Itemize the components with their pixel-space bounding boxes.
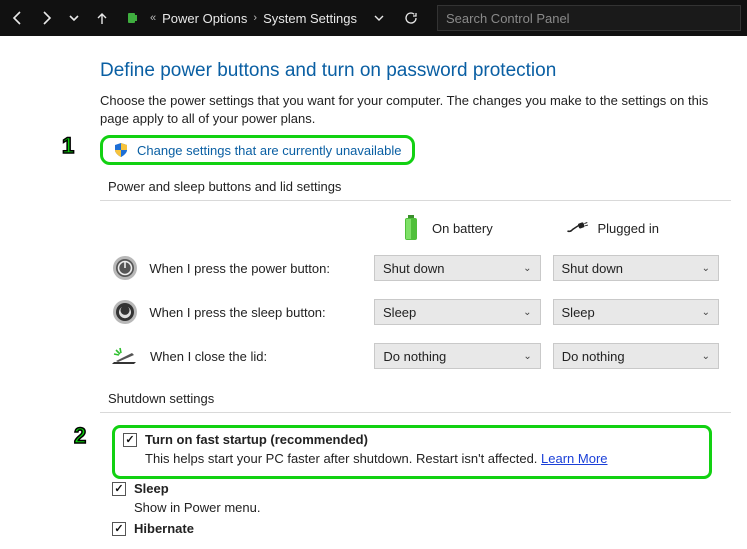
section-buttons-title: Power and sleep buttons and lid settings	[108, 179, 731, 194]
lid-battery-dropdown[interactable]: Do nothing ⌄	[374, 343, 540, 369]
dropdown-value: Do nothing	[562, 349, 625, 364]
fast-startup-label: Turn on fast startup (recommended)	[145, 432, 368, 447]
lid-plugged-dropdown[interactable]: Do nothing ⌄	[553, 343, 719, 369]
dropdown-value: Sleep	[383, 305, 416, 320]
dropdown-value: Do nothing	[383, 349, 446, 364]
hibernate-checkbox[interactable]	[112, 522, 126, 536]
chevron-down-icon: ⌄	[702, 307, 710, 318]
battery-icon	[400, 213, 422, 243]
divider	[100, 200, 731, 201]
sleep-option-desc: Show in Power menu.	[134, 500, 731, 515]
row-power-label: When I press the power button:	[149, 261, 374, 276]
content-pane: Define power buttons and turn on passwor…	[0, 36, 747, 536]
column-headers: On battery Plugged in	[100, 213, 731, 243]
chevron-down-icon: ⌄	[523, 351, 531, 362]
chevron-down-icon: ⌄	[702, 351, 710, 362]
refresh-button[interactable]	[399, 6, 423, 30]
dropdown-value: Shut down	[383, 261, 444, 276]
chevron-down-icon: ⌄	[702, 263, 710, 274]
annotation-number-2: 2	[74, 423, 86, 449]
row-sleep-button: When I press the sleep button: Sleep ⌄ S…	[100, 297, 731, 327]
nav-back-button[interactable]	[6, 6, 30, 30]
row-lid-label: When I close the lid:	[150, 349, 374, 364]
power-battery-dropdown[interactable]: Shut down ⌄	[374, 255, 541, 281]
row-sleep-label: When I press the sleep button:	[149, 305, 374, 320]
breadcrumb-item[interactable]: System Settings	[263, 11, 357, 26]
row-power-button: When I press the power button: Shut down…	[100, 253, 731, 283]
uac-shield-icon	[113, 142, 129, 158]
breadcrumb-item[interactable]: Power Options	[162, 11, 247, 26]
sleep-button-icon	[110, 297, 139, 327]
fast-startup-checkbox[interactable]	[123, 433, 137, 447]
search-input[interactable]: Search Control Panel	[437, 5, 741, 31]
column-header-battery: On battery	[400, 213, 566, 243]
hibernate-option-label: Hibernate	[134, 521, 194, 536]
power-options-icon	[124, 9, 142, 27]
nav-forward-button[interactable]	[34, 6, 58, 30]
column-header-plugged: Plugged in	[566, 213, 732, 243]
annotation-highlight-1: Change settings that are currently unava…	[100, 135, 415, 165]
dropdown-value: Sleep	[562, 305, 595, 320]
change-settings-link[interactable]: Change settings that are currently unava…	[137, 143, 402, 158]
sleep-checkbox[interactable]	[112, 482, 126, 496]
plug-icon	[566, 213, 588, 243]
section-shutdown-title: Shutdown settings	[108, 391, 731, 406]
column-header-battery-label: On battery	[432, 221, 493, 236]
window-titlebar: « Power Options › System Settings Search…	[0, 0, 747, 36]
search-placeholder: Search Control Panel	[446, 11, 570, 26]
sleep-plugged-dropdown[interactable]: Sleep ⌄	[553, 299, 720, 325]
learn-more-link[interactable]: Learn More	[541, 451, 607, 466]
power-button-icon	[110, 253, 139, 283]
chevron-down-icon: ⌄	[523, 263, 531, 274]
close-lid-icon	[110, 341, 140, 371]
annotation-number-1: 1	[62, 133, 74, 159]
dropdown-value: Shut down	[562, 261, 623, 276]
page-title: Define power buttons and turn on passwor…	[100, 60, 731, 82]
breadcrumb-dropdown-button[interactable]	[369, 6, 389, 30]
intro-text: Choose the power settings that you want …	[100, 92, 731, 127]
nav-up-button[interactable]	[90, 6, 114, 30]
fast-startup-desc: This helps start your PC faster after sh…	[145, 451, 701, 466]
nav-recent-button[interactable]	[62, 6, 86, 30]
row-close-lid: When I close the lid: Do nothing ⌄ Do no…	[100, 341, 731, 371]
power-plugged-dropdown[interactable]: Shut down ⌄	[553, 255, 720, 281]
annotation-highlight-2: Turn on fast startup (recommended) This …	[112, 425, 712, 479]
chevron-right-icon: ›	[253, 12, 257, 24]
breadcrumb[interactable]: « Power Options › System Settings	[150, 11, 357, 26]
sleep-battery-dropdown[interactable]: Sleep ⌄	[374, 299, 541, 325]
shutdown-settings-list: 2 Turn on fast startup (recommended) Thi…	[112, 425, 731, 536]
chevron-down-icon: ⌄	[523, 307, 531, 318]
divider	[100, 412, 731, 413]
breadcrumb-prefix: «	[150, 12, 156, 24]
column-header-plugged-label: Plugged in	[598, 221, 659, 236]
sleep-option-label: Sleep	[134, 481, 169, 496]
